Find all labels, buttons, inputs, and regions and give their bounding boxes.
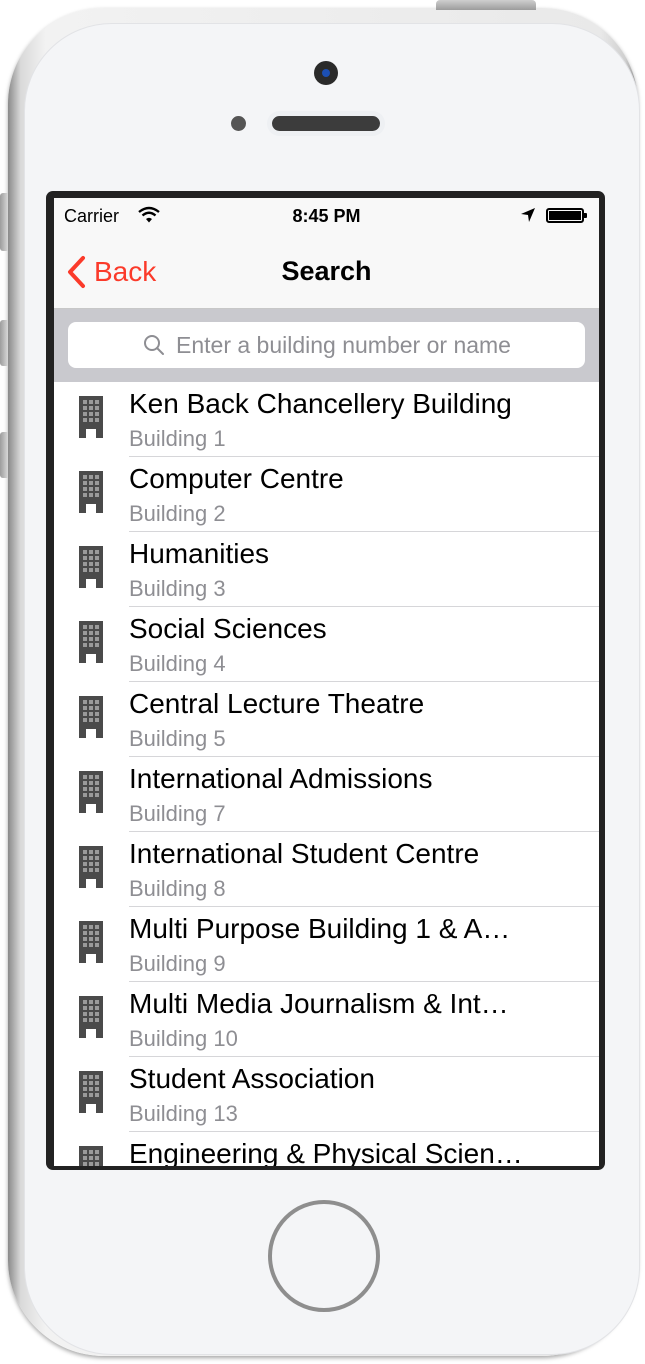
building-icon <box>79 696 103 738</box>
building-icon <box>79 846 103 888</box>
list-item[interactable]: Humanities Building 3 <box>54 532 599 607</box>
building-number: Building 5 <box>129 726 226 751</box>
building-name: Multi Media Journalism & Int… <box>129 988 509 1019</box>
search-field[interactable] <box>68 322 585 368</box>
building-name: Humanities <box>129 538 270 569</box>
navigation-bar: Back Search <box>54 236 599 309</box>
status-bar: Carrier 8:45 PM <box>54 198 599 236</box>
building-number: Building 2 <box>129 501 226 526</box>
building-name: International Student Centre <box>129 838 480 869</box>
building-name: Social Sciences <box>129 613 327 644</box>
search-input[interactable] <box>176 322 576 368</box>
building-number: Building 4 <box>129 651 226 676</box>
list-item[interactable]: International Student Centre Building 8 <box>54 832 599 907</box>
building-number: Building 1 <box>129 426 226 451</box>
list-item[interactable]: International Admissions Building 7 <box>54 757 599 832</box>
proximity-sensor <box>231 116 246 131</box>
building-icon <box>79 996 103 1038</box>
earpiece-speaker <box>272 116 380 131</box>
front-camera <box>314 61 338 85</box>
building-icon <box>79 1146 103 1166</box>
building-number: Building 7 <box>129 801 226 826</box>
list-item[interactable]: Engineering & Physical Scien… <box>54 1132 599 1166</box>
search-bar <box>54 309 599 382</box>
page-title: Search <box>281 256 372 286</box>
list-item[interactable]: Computer Centre Building 2 <box>54 457 599 532</box>
screen: Carrier 8:45 PM Back Search Enter a buil… <box>54 198 599 1166</box>
power-button <box>436 0 536 10</box>
building-icon <box>79 396 103 438</box>
building-icon <box>79 771 103 813</box>
building-icon <box>79 921 103 963</box>
building-number: Building 13 <box>129 1101 238 1126</box>
building-name: Ken Back Chancellery Building <box>129 388 512 419</box>
building-name: International Admissions <box>129 763 433 794</box>
volume-up-button <box>0 320 8 366</box>
list-item[interactable]: Student Association Building 13 <box>54 1057 599 1132</box>
list-item[interactable]: Ken Back Chancellery Building Building 1 <box>54 382 599 457</box>
building-number: Building 8 <box>129 876 226 901</box>
building-list: Ken Back Chancellery Building Building 1… <box>54 382 599 1166</box>
mute-switch <box>0 193 8 251</box>
building-number: Building 3 <box>129 576 226 601</box>
location-arrow-icon <box>521 208 535 222</box>
building-number: Building 9 <box>129 951 226 976</box>
list-item[interactable]: Multi Purpose Building 1 & A… Building 9 <box>54 907 599 982</box>
search-icon <box>144 335 164 355</box>
volume-down-button <box>0 432 8 478</box>
building-icon <box>79 546 103 588</box>
battery-icon <box>546 208 587 223</box>
building-number: Building 10 <box>129 1026 238 1051</box>
building-icon <box>79 1071 103 1113</box>
building-icon <box>79 621 103 663</box>
list-item[interactable]: Multi Media Journalism & Int… Building 1… <box>54 982 599 1057</box>
status-time: 8:45 PM <box>292 206 361 226</box>
list-item[interactable]: Central Lecture Theatre Building 5 <box>54 682 599 757</box>
home-button[interactable] <box>268 1200 380 1312</box>
building-name: Engineering & Physical Scien… <box>129 1138 523 1166</box>
building-name: Computer Centre <box>129 463 344 494</box>
building-name: Student Association <box>129 1063 375 1094</box>
building-name: Central Lecture Theatre <box>129 688 425 719</box>
building-name: Multi Purpose Building 1 & A… <box>129 913 511 944</box>
building-icon <box>79 471 103 513</box>
list-item[interactable]: Social Sciences Building 4 <box>54 607 599 682</box>
